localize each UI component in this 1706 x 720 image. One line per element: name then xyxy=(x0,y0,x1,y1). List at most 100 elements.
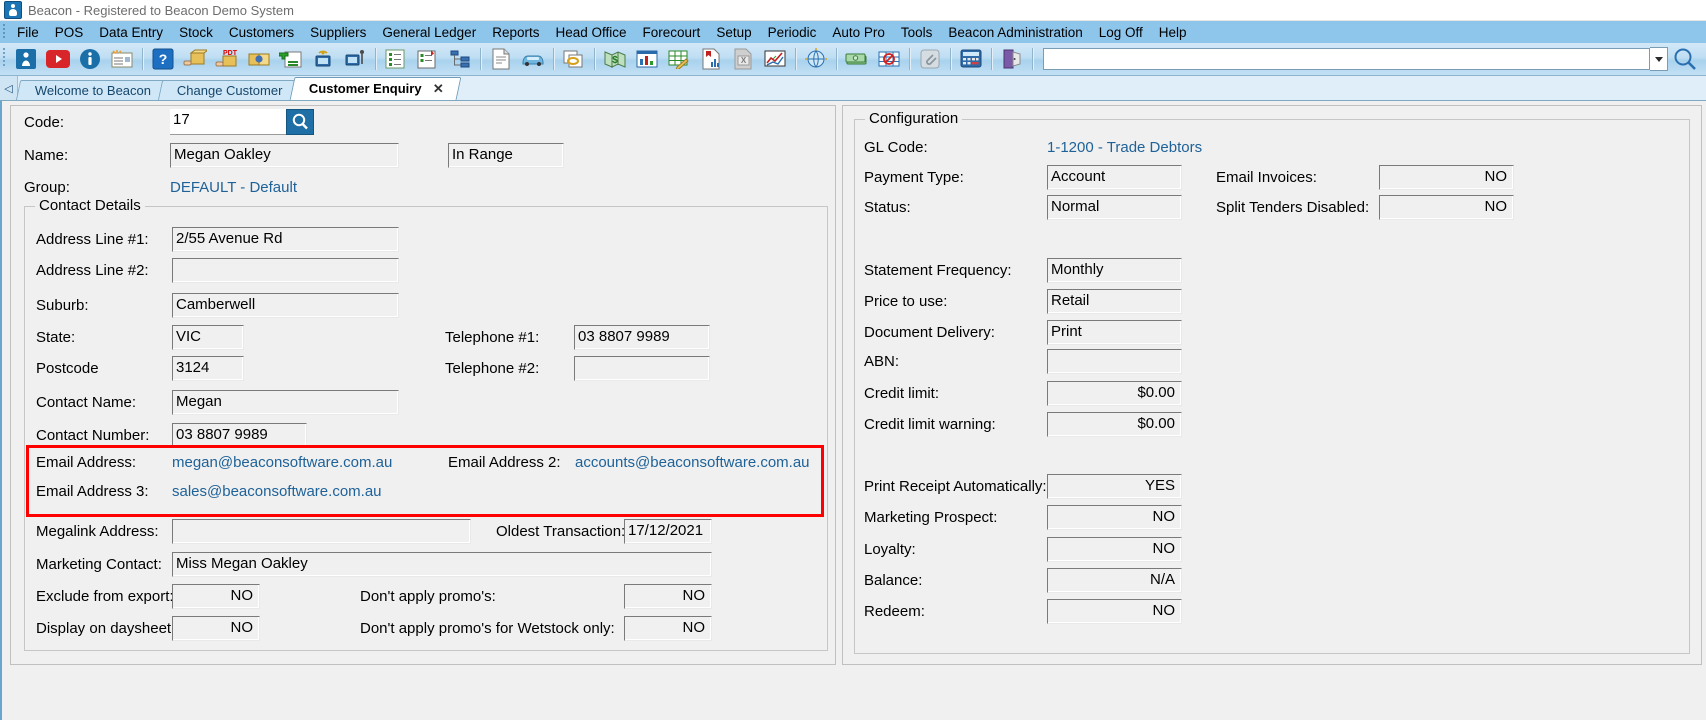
loyalty-value[interactable]: NO xyxy=(1047,537,1182,562)
split-tenders-disabled-label: Split Tenders Disabled: xyxy=(1216,199,1370,216)
state-input[interactable]: VIC xyxy=(172,325,244,350)
megalink-address-input[interactable] xyxy=(172,519,471,544)
attachment-icon[interactable] xyxy=(915,44,945,74)
magnifier-icon xyxy=(292,113,308,130)
menu-item-head-office[interactable]: Head Office xyxy=(547,23,634,42)
price-to-use-input[interactable]: Retail xyxy=(1047,289,1182,314)
report-icon[interactable] xyxy=(696,44,726,74)
print-receipt-automatically-value[interactable]: YES xyxy=(1047,474,1182,499)
menu-item-reports[interactable]: Reports xyxy=(484,23,547,42)
prev-tab-icon[interactable]: ◁ xyxy=(0,76,18,100)
pdt-icon[interactable]: PDT xyxy=(212,44,242,74)
menu-item-help[interactable]: Help xyxy=(1151,23,1195,42)
menu-item-beacon-administration[interactable]: Beacon Administration xyxy=(940,23,1090,42)
hierarchy-icon[interactable] xyxy=(445,44,475,74)
close-icon[interactable]: ✕ xyxy=(433,78,444,100)
telephone-1-input[interactable]: 03 8807 9989 xyxy=(574,325,710,350)
toolbar-grip-handle[interactable] xyxy=(0,43,10,75)
menu-item-general-ledger[interactable]: General Ledger xyxy=(374,23,484,42)
goods-receive-icon[interactable] xyxy=(180,44,210,74)
dont-apply-promos-value[interactable]: NO xyxy=(624,584,712,609)
info-icon[interactable] xyxy=(75,44,105,74)
analysis-icon[interactable] xyxy=(760,44,790,74)
credit-limit-value[interactable]: $0.00 xyxy=(1047,381,1182,406)
menu-item-tools[interactable]: Tools xyxy=(893,23,941,42)
status-input[interactable]: Normal xyxy=(1047,195,1182,220)
linked-documents-icon[interactable] xyxy=(559,44,589,74)
help-icon[interactable]: ? xyxy=(148,44,178,74)
email-address-3-value[interactable]: sales@beaconsoftware.com.au xyxy=(172,483,382,500)
document-delivery-input[interactable]: Print xyxy=(1047,320,1182,345)
balance-value[interactable]: N/A xyxy=(1047,568,1182,593)
abn-input[interactable] xyxy=(1047,349,1182,374)
display-on-daysheet-value[interactable]: NO xyxy=(172,616,260,641)
news-letter-icon[interactable] xyxy=(107,44,137,74)
contact-number-input[interactable]: 03 8807 9989 xyxy=(172,423,307,448)
redeem-value[interactable]: NO xyxy=(1047,599,1182,624)
chevron-down-icon[interactable] xyxy=(1650,47,1668,71)
oldest-transaction-input[interactable]: 17/12/2021 xyxy=(624,519,712,544)
usb-terminal-icon[interactable] xyxy=(340,44,370,74)
search-icon[interactable] xyxy=(1668,46,1702,72)
exclude-from-export-value[interactable]: NO xyxy=(172,584,260,609)
beacon-home-icon[interactable] xyxy=(11,44,41,74)
menu-item-data-entry[interactable]: Data Entry xyxy=(91,23,171,42)
youtube-icon[interactable] xyxy=(43,44,73,74)
payment-type-input[interactable]: Account xyxy=(1047,165,1182,190)
split-tenders-disabled-value[interactable]: NO xyxy=(1379,195,1514,220)
menu-item-pos[interactable]: POS xyxy=(47,23,92,42)
stock-list-icon[interactable] xyxy=(381,44,411,74)
menu-grip-handle[interactable] xyxy=(0,21,9,43)
globe-icon[interactable] xyxy=(801,44,831,74)
email-invoices-value[interactable]: NO xyxy=(1379,165,1514,190)
menu-item-suppliers[interactable]: Suppliers xyxy=(302,23,374,42)
email-address-value[interactable]: megan@beaconsoftware.com.au xyxy=(172,454,392,471)
menu-item-customers[interactable]: Customers xyxy=(221,23,302,42)
postcode-input[interactable]: 3124 xyxy=(172,356,244,381)
wireless-terminal-icon[interactable] xyxy=(308,44,338,74)
menu-item-periodic[interactable]: Periodic xyxy=(760,23,825,42)
menu-item-auto-pro[interactable]: Auto Pro xyxy=(824,23,893,42)
telephone-2-input[interactable] xyxy=(574,356,710,381)
excel-export-icon[interactable]: X xyxy=(728,44,758,74)
suburb-input[interactable]: Camberwell xyxy=(172,293,399,318)
vehicle-icon[interactable] xyxy=(518,44,548,74)
menu-item-stock[interactable]: Stock xyxy=(171,23,221,42)
money-map-icon[interactable]: $ xyxy=(600,44,630,74)
cash-icon[interactable] xyxy=(842,44,872,74)
calculator-icon[interactable] xyxy=(956,44,986,74)
marketing-prospect-value[interactable]: NO xyxy=(1047,505,1182,530)
menu-item-forecourt[interactable]: Forecourt xyxy=(635,23,709,42)
toolbar-separator xyxy=(480,48,481,70)
toolbar-separator xyxy=(375,48,376,70)
stock-transfer-icon[interactable] xyxy=(244,44,274,74)
menu-item-log-off[interactable]: Log Off xyxy=(1091,23,1151,42)
bar-chart-icon[interactable] xyxy=(632,44,662,74)
code-input[interactable]: 17 xyxy=(170,109,286,135)
email-address-label: Email Address: xyxy=(36,454,137,471)
marketing-contact-input[interactable]: Miss Megan Oakley xyxy=(172,552,712,577)
menu-item-file[interactable]: File xyxy=(9,23,47,42)
credit-limit-warning-value[interactable]: $0.00 xyxy=(1047,412,1182,437)
tab-customer-enquiry[interactable]: Customer Enquiry ✕ xyxy=(289,77,462,100)
name-input[interactable]: Megan Oakley xyxy=(170,143,399,168)
document-icon[interactable] xyxy=(486,44,516,74)
exit-door-icon[interactable] xyxy=(997,44,1027,74)
code-search-button[interactable] xyxy=(286,109,314,135)
tab-change-customer[interactable]: Change Customer xyxy=(157,80,300,100)
range-status-field[interactable]: In Range xyxy=(448,143,564,168)
address-line-2-input[interactable] xyxy=(172,258,399,283)
dont-apply-promos-wetstock-value[interactable]: NO xyxy=(624,616,712,641)
grid-pencil-icon[interactable] xyxy=(664,44,694,74)
statement-frequency-input[interactable]: Monthly xyxy=(1047,258,1182,283)
checklist-icon[interactable] xyxy=(413,44,443,74)
contact-name-input[interactable]: Megan xyxy=(172,390,399,415)
global-search-input[interactable] xyxy=(1043,48,1650,70)
email-address-2-value[interactable]: accounts@beaconsoftware.com.au xyxy=(575,454,810,471)
address-line-1-input[interactable]: 2/55 Avenue Rd xyxy=(172,227,399,252)
add-order-icon[interactable] xyxy=(276,44,306,74)
loyalty-label: Loyalty: xyxy=(864,541,916,558)
menu-item-setup[interactable]: Setup xyxy=(708,23,759,42)
tab-welcome-to-beacon[interactable]: Welcome to Beacon xyxy=(15,80,169,100)
grid-no-icon[interactable] xyxy=(874,44,904,74)
